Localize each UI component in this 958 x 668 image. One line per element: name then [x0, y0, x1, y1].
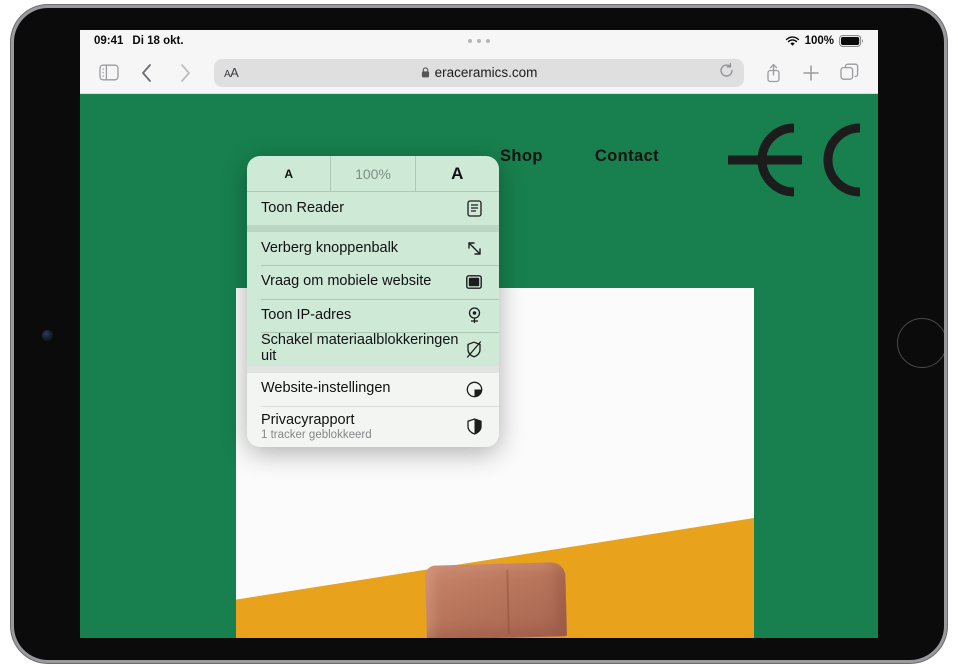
status-date: Di 18 okt.	[132, 35, 184, 47]
forward-button[interactable]	[168, 58, 202, 88]
web-page-content: Shop Contact A 100% A Toon Reader Verber…	[80, 94, 878, 638]
privacy-shield-icon	[463, 416, 485, 438]
status-bar-right: 100%	[785, 35, 864, 47]
nav-link-contact[interactable]: Contact	[595, 147, 659, 166]
hide-toolbar-arrows-icon	[463, 238, 485, 260]
menu-item-sublabel: 1 tracker geblokkeerd	[261, 429, 372, 441]
plus-icon[interactable]	[794, 58, 828, 88]
address-bar[interactable]: AA eraceramics.com	[214, 58, 744, 87]
menu-group-divider	[247, 365, 499, 373]
site-logo[interactable]	[726, 122, 872, 198]
location-pin-icon	[463, 305, 485, 327]
reader-icon	[463, 198, 485, 220]
tabs-icon[interactable]	[832, 58, 866, 88]
zoom-in-button[interactable]: A	[414, 156, 499, 191]
menu-item-disable-content-blockers[interactable]: Schakel materiaalblokkeringen uit	[247, 332, 499, 366]
ipad-device-frame: 09:41 Di 18 okt. 100% AA eraceramics.com…	[14, 8, 944, 660]
menu-item-label: Schakel materiaalblokkeringen uit	[261, 332, 459, 364]
sidebar-icon[interactable]	[92, 58, 126, 88]
desktop-window-icon	[463, 271, 485, 293]
shield-slash-icon	[463, 338, 485, 360]
menu-group-privacy: Website-instellingen Privacyrapport 1 tr…	[247, 365, 499, 447]
status-bar-left: 09:41 Di 18 okt.	[94, 35, 184, 47]
device-screen: 09:41 Di 18 okt. 100% AA eraceramics.com…	[80, 30, 878, 638]
menu-item-show-ip-address[interactable]: Toon IP-adres	[247, 299, 499, 332]
menu-item-label: Verberg knoppenbalk	[261, 239, 399, 256]
back-button[interactable]	[130, 58, 164, 88]
menu-item-label: Privacyrapport	[261, 412, 355, 428]
menu-item-website-settings[interactable]: Website-instellingen	[247, 373, 499, 406]
privacy-report-text: Privacyrapport 1 tracker geblokkeerd	[261, 412, 463, 441]
status-bar: 09:41 Di 18 okt. 100%	[80, 30, 878, 52]
menu-item-label: Toon Reader	[261, 199, 345, 216]
multitask-handle-dots	[468, 39, 490, 43]
url-text: eraceramics.com	[434, 65, 538, 80]
browser-toolbar: AA eraceramics.com	[80, 52, 878, 94]
menu-item-privacy-report[interactable]: Privacyrapport 1 tracker geblokkeerd	[247, 406, 499, 447]
menu-item-request-mobile-website[interactable]: Vraag om mobiele website	[247, 266, 499, 299]
menu-group-reader: Toon Reader	[247, 192, 499, 225]
front-camera-icon	[42, 330, 53, 341]
share-icon[interactable]	[756, 58, 790, 88]
page-zoom-controls: A 100% A	[247, 156, 499, 192]
battery-percent-label: 100%	[804, 35, 834, 47]
menu-item-label: Toon IP-adres	[261, 306, 352, 323]
home-button[interactable]	[897, 318, 944, 368]
text-size-button[interactable]: AA	[224, 65, 239, 80]
text-size-large-a: A	[230, 65, 239, 80]
menu-item-label: Vraag om mobiele website	[261, 273, 432, 290]
menu-group-divider	[247, 225, 499, 232]
menu-item-label: Website-instellingen	[261, 380, 391, 397]
multitask-handle[interactable]	[80, 30, 878, 52]
battery-icon	[839, 35, 864, 47]
reload-button[interactable]	[719, 62, 734, 83]
status-time: 09:41	[94, 35, 124, 47]
menu-item-show-reader[interactable]: Toon Reader	[247, 192, 499, 225]
wifi-icon	[785, 35, 800, 47]
text-size-popover-menu[interactable]: A 100% A Toon Reader Verberg knoppenbalk…	[247, 156, 499, 447]
menu-group-page-options: Verberg knoppenbalk Vraag om mobiele web…	[247, 232, 499, 366]
website-settings-icon	[463, 378, 485, 400]
menu-item-hide-toolbar[interactable]: Verberg knoppenbalk	[247, 232, 499, 265]
zoom-level-label: 100%	[330, 156, 414, 191]
nav-link-shop[interactable]: Shop	[500, 147, 543, 166]
lock-icon	[421, 67, 430, 78]
clay-block-object	[425, 562, 567, 638]
zoom-out-button[interactable]: A	[247, 156, 330, 191]
address-bar-center: eraceramics.com	[214, 65, 744, 80]
